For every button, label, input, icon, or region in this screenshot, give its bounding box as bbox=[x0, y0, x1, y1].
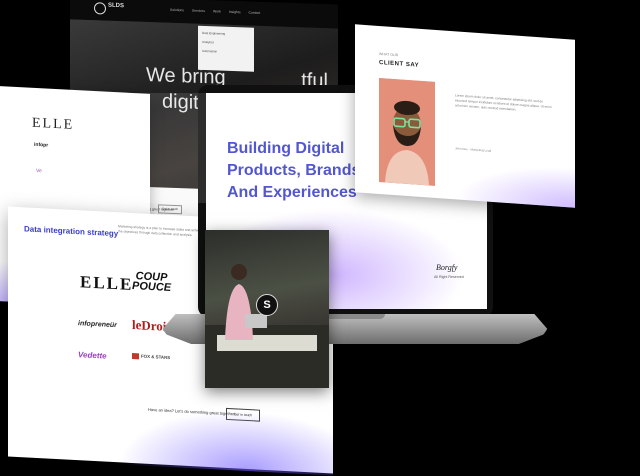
dropdown-item[interactable]: Analytics bbox=[202, 40, 250, 46]
coup-logo-line2: POUCE bbox=[132, 280, 171, 294]
nav-item-services[interactable]: Services bbox=[192, 9, 205, 13]
fox-stars-logo: FOX & STARS bbox=[132, 353, 170, 361]
signature-subtext: All Right Reserved bbox=[434, 275, 464, 279]
nav-item-contact[interactable]: Contact bbox=[249, 11, 261, 15]
gradient-glow bbox=[455, 159, 575, 207]
fox-logo-icon bbox=[132, 353, 139, 359]
client-section-label: WHAT OUR bbox=[379, 52, 398, 57]
dropdown-item[interactable]: Data Engineering bbox=[202, 31, 250, 37]
hero-cta-button[interactable]: Get in touch bbox=[158, 204, 182, 214]
brand-logo-text[interactable]: SLDS bbox=[108, 3, 124, 10]
client-testimonial-text: Lorem ipsum dolor sit amet, consectetur … bbox=[455, 93, 555, 115]
client-section-title: CLIENT SAY bbox=[379, 60, 419, 69]
hero-dropdown-menu: Data Engineering Analytics Automation bbox=[198, 26, 254, 72]
client-testimonial-meta: John Doe · Marketing Lead bbox=[455, 146, 491, 153]
brand-logo-icon[interactable] bbox=[94, 2, 106, 14]
fox-logo-text: FOX & STARS bbox=[141, 354, 170, 361]
hero-nav-items: Solutions Services Work Insights Contact bbox=[170, 8, 260, 15]
glass-overlay bbox=[76, 93, 386, 203]
laptop-notch bbox=[325, 314, 385, 319]
play-button[interactable]: S bbox=[256, 294, 278, 316]
client-avatar-illustration bbox=[379, 78, 435, 186]
nav-item-solutions[interactable]: Solutions bbox=[170, 8, 184, 12]
nav-item-work[interactable]: Work bbox=[213, 9, 221, 13]
gradient-glow bbox=[118, 404, 333, 475]
infopreneur-logo: infopr bbox=[34, 142, 48, 149]
elle-logo: ELLE bbox=[80, 272, 133, 295]
vedette-logo: Vedette bbox=[78, 350, 107, 360]
signature-logo: Borgfy bbox=[436, 263, 457, 272]
nav-item-insights[interactable]: Insights bbox=[229, 10, 241, 14]
data-integration-title: Data integration strategy bbox=[24, 224, 118, 238]
video-thumbnail[interactable]: S bbox=[205, 230, 329, 388]
data-integration-paragraph: Marketing strategy is a plan to increase… bbox=[118, 224, 208, 239]
vedette-logo: Ve bbox=[36, 168, 42, 174]
infopreneur-logo: infopreneür bbox=[78, 320, 117, 329]
coup-de-pouce-logo: COUP POUCE bbox=[132, 271, 171, 293]
elle-logo: ELLE bbox=[32, 116, 74, 134]
avatar-icon bbox=[379, 78, 435, 186]
dropdown-item[interactable]: Automation bbox=[202, 49, 250, 55]
client-testimonial-page-mockup: WHAT OUR CLIENT SAY Lorem ipsum dolor si… bbox=[355, 24, 575, 207]
